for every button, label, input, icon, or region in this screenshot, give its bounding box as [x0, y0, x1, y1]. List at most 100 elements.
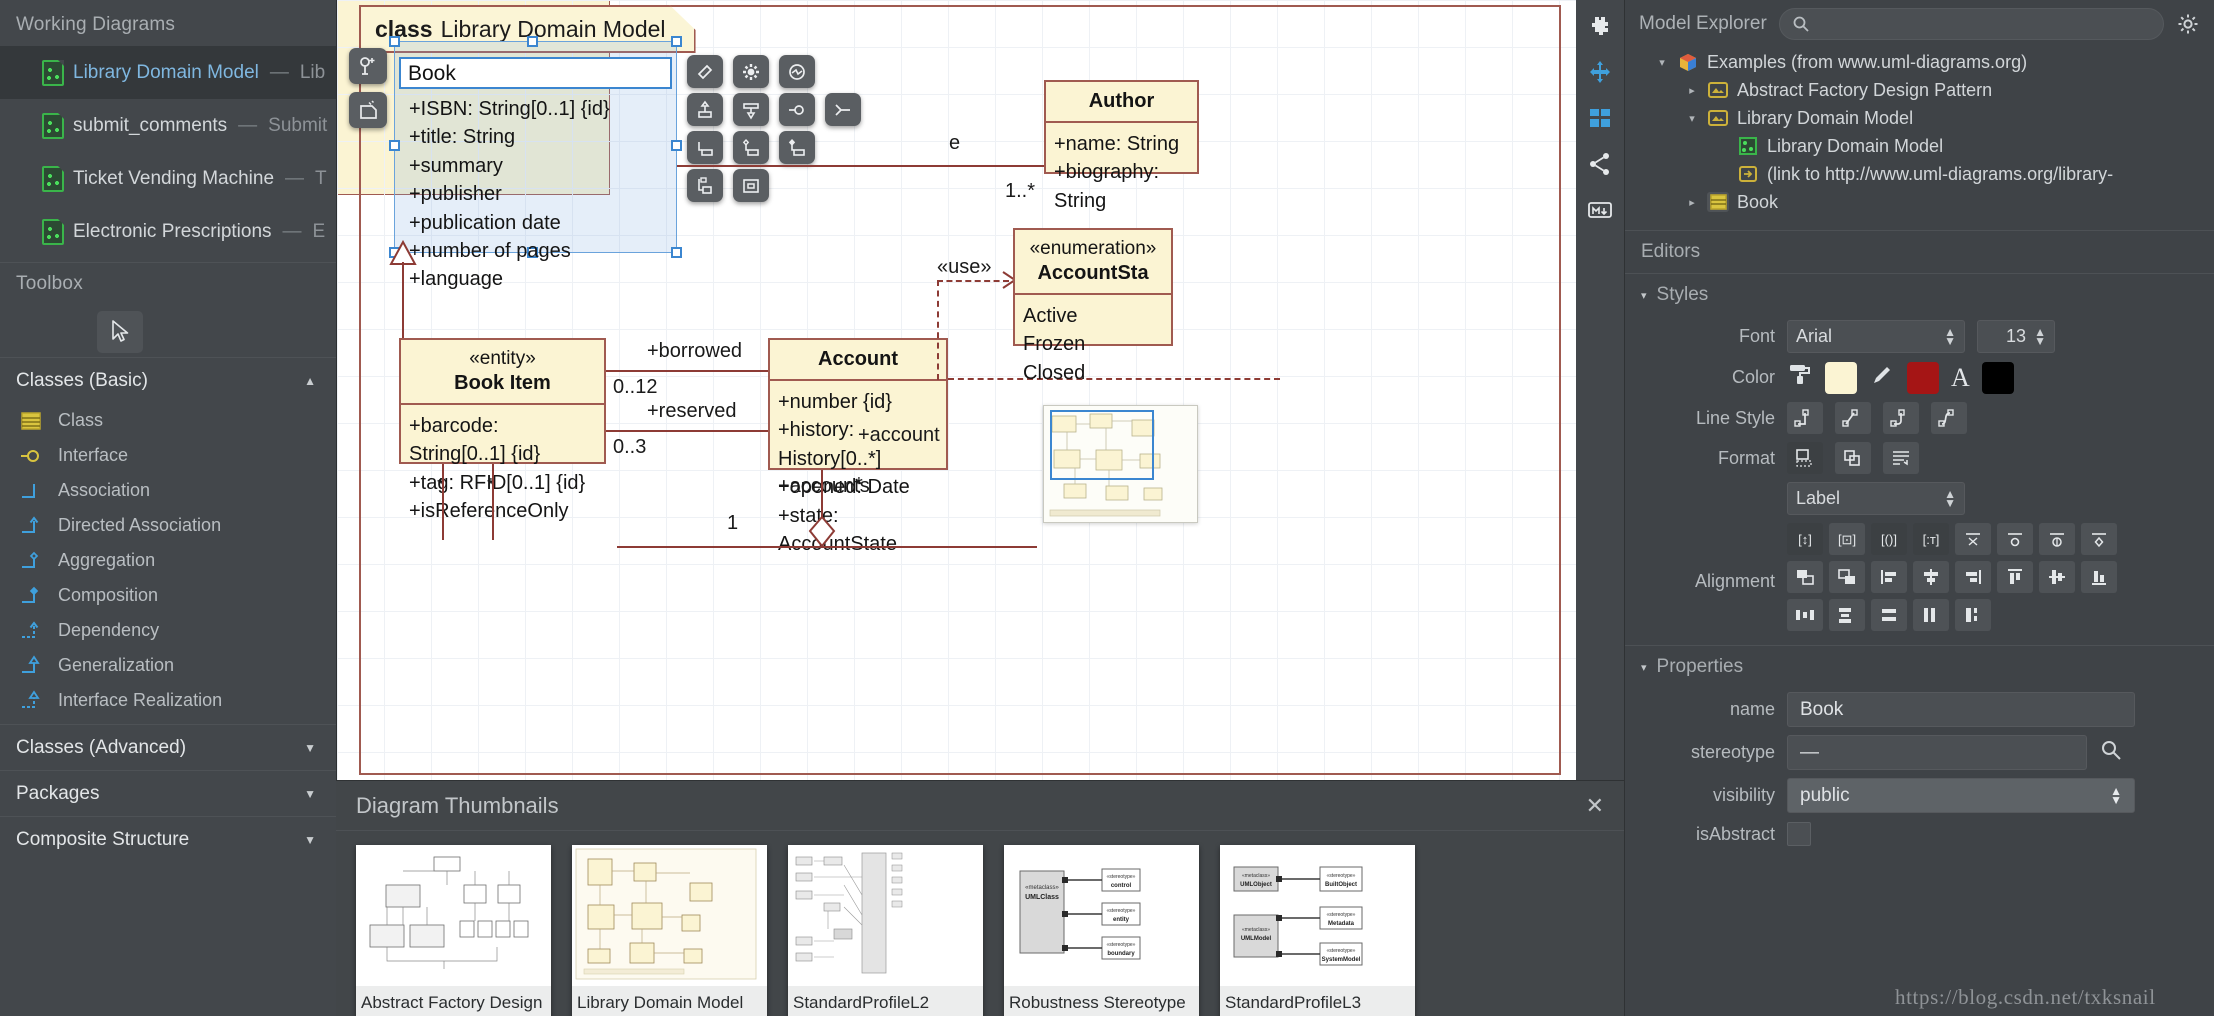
stereotype-field[interactable]: — [1787, 735, 2087, 770]
author-class-shape[interactable]: Author +name: String +biography: String [1044, 80, 1199, 212]
rounded-icon[interactable] [1883, 402, 1919, 434]
align-right-icon[interactable] [1955, 561, 1991, 593]
font-size-select[interactable]: 13 ▲ ▼ [1977, 320, 2055, 353]
spinner-arrows-icon[interactable]: ▲ ▼ [1944, 326, 1956, 347]
resize-handle-w[interactable] [389, 140, 400, 151]
tool-interface-realization[interactable]: Interface Realization [0, 683, 336, 718]
align-middle-icon[interactable] [2039, 561, 2075, 593]
layout-icon[interactable] [1584, 102, 1616, 134]
tree-item-library-diagram[interactable]: Library Domain Model [1633, 132, 2214, 160]
interface-icon[interactable] [779, 93, 815, 126]
working-diagram-item[interactable]: submit_comments — Submit [0, 99, 336, 152]
search-icon[interactable] [2099, 738, 2123, 767]
align-left-icon[interactable] [1871, 561, 1907, 593]
editors-section-header[interactable]: Editors [1625, 231, 2214, 273]
pencil-icon[interactable] [1869, 361, 1895, 394]
add-attribute-icon[interactable] [349, 48, 387, 84]
add-note-icon[interactable] [349, 92, 387, 128]
toolbox-group-composite-structure[interactable]: Composite Structure ▼ [0, 816, 336, 862]
tree-item-library-domain-model[interactable]: ▾ Library Domain Model [1633, 104, 2214, 132]
tree-twisty[interactable]: ▸ [1685, 196, 1699, 209]
tool-generalization[interactable]: Generalization [0, 648, 336, 683]
tree-item-link[interactable]: (link to http://www.uml-diagrams.org/lib… [1633, 160, 2214, 188]
tool-class[interactable]: Class [0, 403, 336, 438]
realization-icon[interactable] [733, 93, 769, 126]
select-pointer-tool[interactable] [97, 311, 143, 353]
thumbnail-item[interactable]: «metaclass» UMLObject «stereotype» Built… [1220, 845, 1415, 1016]
toolbox-group-classes-basic[interactable]: Classes (Basic) ▲ [0, 357, 336, 403]
auto-fit-icon[interactable] [1787, 442, 1823, 474]
association-icon[interactable] [687, 131, 723, 164]
tool-composition[interactable]: Composition [0, 578, 336, 613]
resize-handle-se[interactable] [671, 247, 682, 258]
distribute-horizontal-icon[interactable] [1787, 599, 1823, 631]
resize-handle-nw[interactable] [389, 36, 400, 47]
hide-signature-icon[interactable] [2039, 523, 2075, 555]
aggregation-icon[interactable] [733, 131, 769, 164]
hide-compartment-icon[interactable] [1955, 523, 1991, 555]
tree-twisty[interactable]: ▾ [1655, 56, 1669, 69]
thumbnail-item[interactable]: Abstract Factory Design [356, 845, 551, 1016]
fill-color-swatch[interactable] [1825, 361, 1857, 394]
tool-dependency[interactable]: Dependency [0, 613, 336, 648]
rectilinear-icon[interactable] [1787, 402, 1823, 434]
refresh-icon[interactable] [779, 55, 815, 88]
line-color-swatch[interactable] [1907, 361, 1939, 394]
nested-class-icon[interactable] [733, 169, 769, 202]
duplicate-icon[interactable] [1835, 442, 1871, 474]
align-bottom-icon[interactable] [2081, 561, 2117, 593]
working-diagram-item[interactable]: Ticket Vending Machine — T [0, 152, 336, 205]
text-color-swatch[interactable] [1981, 361, 2014, 394]
book-item-class-shape[interactable]: «entity» Book Item +barcode: String[0..1… [399, 338, 606, 522]
font-letter-icon[interactable]: A [1951, 364, 1970, 391]
tree-twisty[interactable]: ▸ [1685, 84, 1699, 97]
spinner-arrows-icon[interactable]: ▲ ▼ [2034, 326, 2046, 347]
isabstract-checkbox[interactable] [1787, 822, 1811, 846]
working-diagram-item[interactable]: Library Domain Model — Lib [0, 46, 336, 99]
tree-twisty[interactable]: ▾ [1685, 112, 1699, 125]
diagram-canvas[interactable]: class Library Domain Model Book +ISBN: S… [336, 0, 1576, 780]
show-operations-icon[interactable]: [⊡] [1829, 523, 1865, 555]
align-center-icon[interactable] [1913, 561, 1949, 593]
resize-handle-e[interactable] [671, 140, 682, 151]
tree-item-examples[interactable]: ▾ Examples (from www.uml-diagrams.org) [1633, 48, 2214, 76]
book-author-association[interactable] [677, 165, 1047, 167]
tool-association[interactable]: Association [0, 473, 336, 508]
close-icon[interactable]: ✕ [1586, 793, 1604, 819]
toolbox-group-packages[interactable]: Packages ▼ [0, 770, 336, 816]
class-name-input[interactable]: Book [399, 57, 672, 89]
hide-operations-icon[interactable] [1997, 523, 2033, 555]
align-top-icon[interactable] [1997, 561, 2033, 593]
reserved-association[interactable] [606, 430, 768, 432]
plugin-icon[interactable] [1584, 10, 1616, 42]
resize-handle-ne[interactable] [671, 36, 682, 47]
hide-all-icon[interactable] [2081, 523, 2117, 555]
gear-icon[interactable] [733, 55, 769, 88]
search-input[interactable] [1778, 8, 2164, 40]
markdown-icon[interactable] [1584, 194, 1616, 226]
thumbnail-item[interactable]: StandardProfileL2 [788, 845, 983, 1016]
diagram-minimap[interactable] [1043, 405, 1198, 523]
working-diagram-item[interactable]: Electronic Prescriptions — E [0, 205, 336, 258]
dependency-icon[interactable] [687, 169, 723, 202]
curved-icon[interactable] [1931, 402, 1967, 434]
borrowed-association[interactable] [606, 370, 768, 372]
font-family-select[interactable]: Arial ▲ ▼ [1787, 320, 1965, 353]
branch-icon[interactable] [825, 93, 861, 126]
visibility-select[interactable]: public ▲ ▼ [1787, 778, 2135, 813]
book-item-down-edge-2[interactable] [492, 464, 494, 540]
minimap-viewport[interactable] [1050, 410, 1154, 480]
generalization-edge[interactable] [402, 262, 404, 338]
show-parameters-icon[interactable]: [()] [1871, 523, 1907, 555]
styles-section-header[interactable]: ▾ Styles [1625, 274, 2214, 316]
thumbnail-item[interactable]: «metaclass» UMLClass «stereotype» contro… [1004, 845, 1199, 1016]
wrap-text-icon[interactable] [1883, 442, 1919, 474]
label-select[interactable]: Label ▲ ▼ [1787, 482, 1965, 515]
spinner-arrows-icon[interactable]: ▲ ▼ [1944, 488, 1956, 509]
same-size-icon[interactable] [1955, 599, 1991, 631]
thumbnail-item[interactable]: Library Domain Model [572, 845, 767, 1016]
same-width-icon[interactable] [1913, 599, 1949, 631]
account-class-shape[interactable]: Account +number {id} +history: History[0… [768, 338, 948, 555]
bring-to-front-icon[interactable] [1787, 561, 1823, 593]
share-icon[interactable] [1584, 148, 1616, 180]
